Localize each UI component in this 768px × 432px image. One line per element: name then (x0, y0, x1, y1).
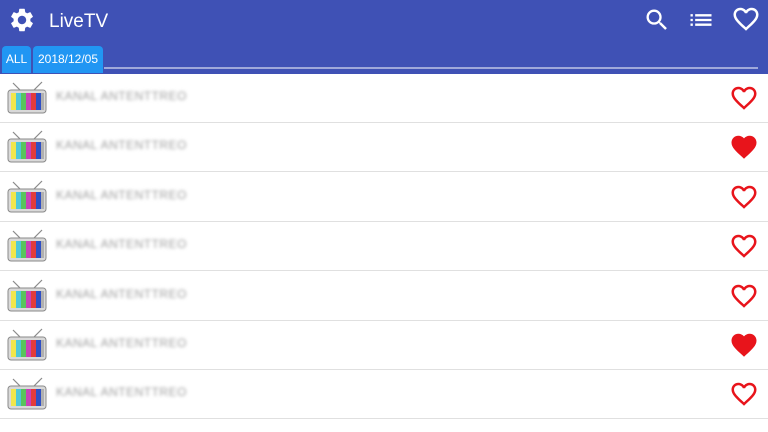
tab-indicator (104, 67, 758, 69)
heart-outline-icon (731, 383, 757, 407)
channel-row[interactable]: KANAL ANTENTTREO (0, 222, 768, 272)
favorite-toggle[interactable] (729, 83, 761, 113)
channel-row[interactable]: KANAL ANTENTTREO (0, 272, 768, 321)
channel-row[interactable]: KANAL ANTENTTREO (0, 123, 768, 173)
channel-name: KANAL ANTENTTREO (56, 138, 187, 153)
app-title: LiveTV (49, 11, 109, 32)
tv-icon (7, 229, 47, 262)
heart-outline-icon (733, 7, 759, 31)
toolbar: LiveTV (0, 0, 768, 44)
heart-filled-icon (731, 136, 757, 160)
tv-icon (7, 377, 47, 410)
channel-name: KANAL ANTENTTREO (56, 286, 187, 301)
list-view-button[interactable] (685, 4, 717, 36)
search-button[interactable] (641, 4, 673, 36)
channel-row[interactable]: KANAL ANTENTTREO (0, 74, 768, 123)
tv-icon (7, 81, 47, 114)
channel-row[interactable]: KANAL ANTENTTREO (0, 321, 768, 370)
favorite-toggle[interactable] (729, 182, 761, 212)
tab-all[interactable]: ALL (2, 46, 31, 73)
tv-icon (7, 279, 47, 312)
tv-icon (7, 180, 47, 213)
heart-outline-icon (731, 284, 757, 308)
channel-name: KANAL ANTENTTREO (56, 237, 187, 252)
channel-list: KANAL ANTENTTREO KANAL ANTENTTREO KANAL … (0, 74, 768, 432)
tab-bar: ALL 2018/12/05 (0, 45, 768, 74)
tv-icon (7, 328, 47, 361)
favorites-button[interactable] (729, 3, 763, 35)
favorite-toggle[interactable] (729, 379, 761, 409)
favorite-toggle[interactable] (729, 281, 761, 311)
tv-icon (7, 130, 47, 163)
channel-row[interactable]: KANAL ANTENTTREO (0, 173, 768, 222)
favorite-toggle[interactable] (729, 231, 761, 261)
gear-icon (11, 8, 33, 32)
channel-name: KANAL ANTENTTREO (56, 385, 187, 400)
heart-filled-icon (731, 333, 757, 357)
heart-outline-icon (731, 185, 757, 209)
channel-name: KANAL ANTENTTREO (56, 336, 187, 350)
tab-date[interactable]: 2018/12/05 (33, 46, 103, 73)
list-icon (690, 14, 712, 26)
favorite-toggle[interactable] (729, 330, 761, 360)
channel-name: KANAL ANTENTTREO (56, 89, 187, 103)
app-bar: LiveTV ALL 2018/12/05 (0, 0, 768, 74)
heart-outline-icon (731, 86, 757, 110)
settings-button[interactable] (6, 4, 38, 36)
heart-outline-icon (731, 234, 757, 258)
channel-name: KANAL ANTENTTREO (56, 187, 187, 202)
channel-row[interactable]: KANAL ANTENTTREO (0, 370, 768, 420)
favorite-toggle[interactable] (729, 132, 761, 162)
search-icon (646, 9, 667, 30)
